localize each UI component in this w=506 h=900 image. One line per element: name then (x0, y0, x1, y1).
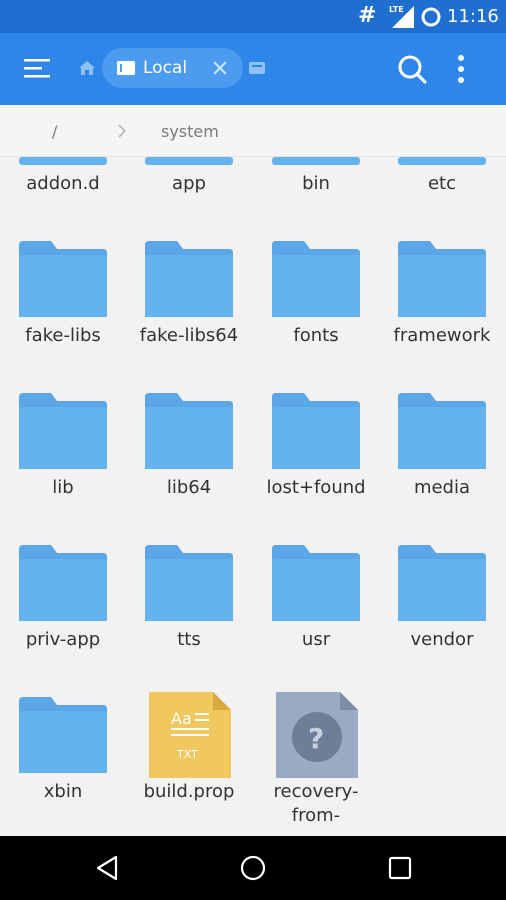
more-options-icon[interactable] (449, 53, 473, 85)
navigation-bar (0, 836, 506, 900)
breadcrumb: / system (0, 105, 506, 157)
folder-icon (19, 545, 107, 621)
text-file-icon: Aa TXT (149, 692, 231, 778)
grid-item-label: fake-libs64 (139, 325, 239, 346)
folder-icon (19, 393, 107, 469)
grid-item[interactable]: fonts (253, 241, 379, 351)
status-bar: # LTE 11:16 (0, 0, 506, 33)
grid-item-label: media (413, 477, 471, 498)
grid-item[interactable]: lost+found (253, 393, 379, 503)
local-storage-icon (117, 61, 135, 75)
grid-item[interactable]: lib (0, 393, 126, 503)
file-grid: addon.d app bin etc fake-libs fake-libs6… (0, 157, 506, 836)
status-time: 11:16 (447, 6, 499, 27)
grid-item[interactable]: lib64 (126, 393, 252, 503)
folder-icon (19, 697, 107, 773)
breadcrumb-current[interactable]: system (161, 122, 219, 141)
grid-item[interactable]: fake-libs (0, 241, 126, 351)
grid-item-label: tts (177, 629, 201, 650)
status-hash-icon: # (358, 3, 377, 28)
grid-item-label: usr (301, 629, 331, 650)
grid-item-label: fonts (293, 325, 339, 346)
folder-icon (145, 545, 233, 621)
folder-icon (19, 157, 107, 165)
grid-item-label: lib64 (166, 477, 212, 498)
grid-item[interactable]: ? recovery-from- (253, 692, 379, 832)
grid-item[interactable]: vendor (379, 545, 505, 655)
grid-item[interactable]: Aa TXT build.prop (126, 692, 252, 822)
folder-icon (272, 545, 360, 621)
menu-icon[interactable] (22, 55, 52, 83)
grid-item-label: app (172, 173, 206, 194)
grid-item-label: recovery-from- (273, 781, 359, 826)
grid-item-label: build.prop (143, 781, 235, 802)
grid-item[interactable]: xbin (0, 697, 126, 827)
folder-icon (272, 157, 360, 165)
grid-item[interactable]: bin (253, 157, 379, 197)
tab-local-label: Local (143, 58, 188, 78)
home-icon[interactable] (78, 59, 96, 77)
search-icon[interactable] (396, 53, 428, 85)
txt-badge-label: TXT (176, 748, 198, 761)
folder-icon (272, 241, 360, 317)
folder-icon (398, 157, 486, 165)
grid-item-label: framework (393, 325, 491, 346)
grid-item[interactable]: tts (126, 545, 252, 655)
grid-item[interactable]: media (379, 393, 505, 503)
grid-item[interactable]: fake-libs64 (126, 241, 252, 351)
grid-item-label: priv-app (25, 629, 101, 650)
grid-item-label: lib (52, 477, 74, 498)
grid-item[interactable]: framework (379, 241, 505, 351)
grid-item-label: fake-libs (25, 325, 101, 346)
battery-saver-icon (421, 7, 441, 27)
grid-item-label: etc (427, 173, 457, 194)
grid-item[interactable]: addon.d (0, 157, 126, 197)
grid-item-label: xbin (43, 781, 83, 802)
folder-icon (145, 157, 233, 165)
folder-icon (19, 241, 107, 317)
grid-item[interactable]: app (126, 157, 252, 197)
lte-label: LTE (389, 5, 404, 14)
folder-icon (145, 393, 233, 469)
grid-item[interactable]: etc (379, 157, 505, 197)
grid-item[interactable]: priv-app (0, 545, 126, 655)
folder-icon (398, 393, 486, 469)
folder-icon (398, 545, 486, 621)
unknown-glyph: ? (308, 722, 324, 755)
unknown-file-icon: ? (276, 692, 358, 778)
folder-icon (398, 241, 486, 317)
windows-icon[interactable] (248, 60, 266, 76)
back-icon[interactable] (94, 854, 122, 882)
close-icon[interactable] (210, 58, 230, 78)
grid-item-label: addon.d (26, 173, 100, 194)
recents-icon[interactable] (387, 855, 413, 881)
grid-item-label: vendor (410, 629, 474, 650)
chevron-right-icon (118, 124, 127, 138)
grid-item-label: lost+found (266, 477, 366, 498)
grid-item-label: bin (302, 173, 330, 194)
tab-local[interactable]: Local (102, 48, 243, 88)
txt-badge-aa: Aa (171, 709, 192, 728)
toolbar: Local (0, 33, 506, 105)
home-button-icon[interactable] (239, 854, 267, 882)
folder-icon (145, 241, 233, 317)
grid-item[interactable]: usr (253, 545, 379, 655)
breadcrumb-root[interactable]: / (52, 122, 57, 141)
folder-icon (272, 393, 360, 469)
